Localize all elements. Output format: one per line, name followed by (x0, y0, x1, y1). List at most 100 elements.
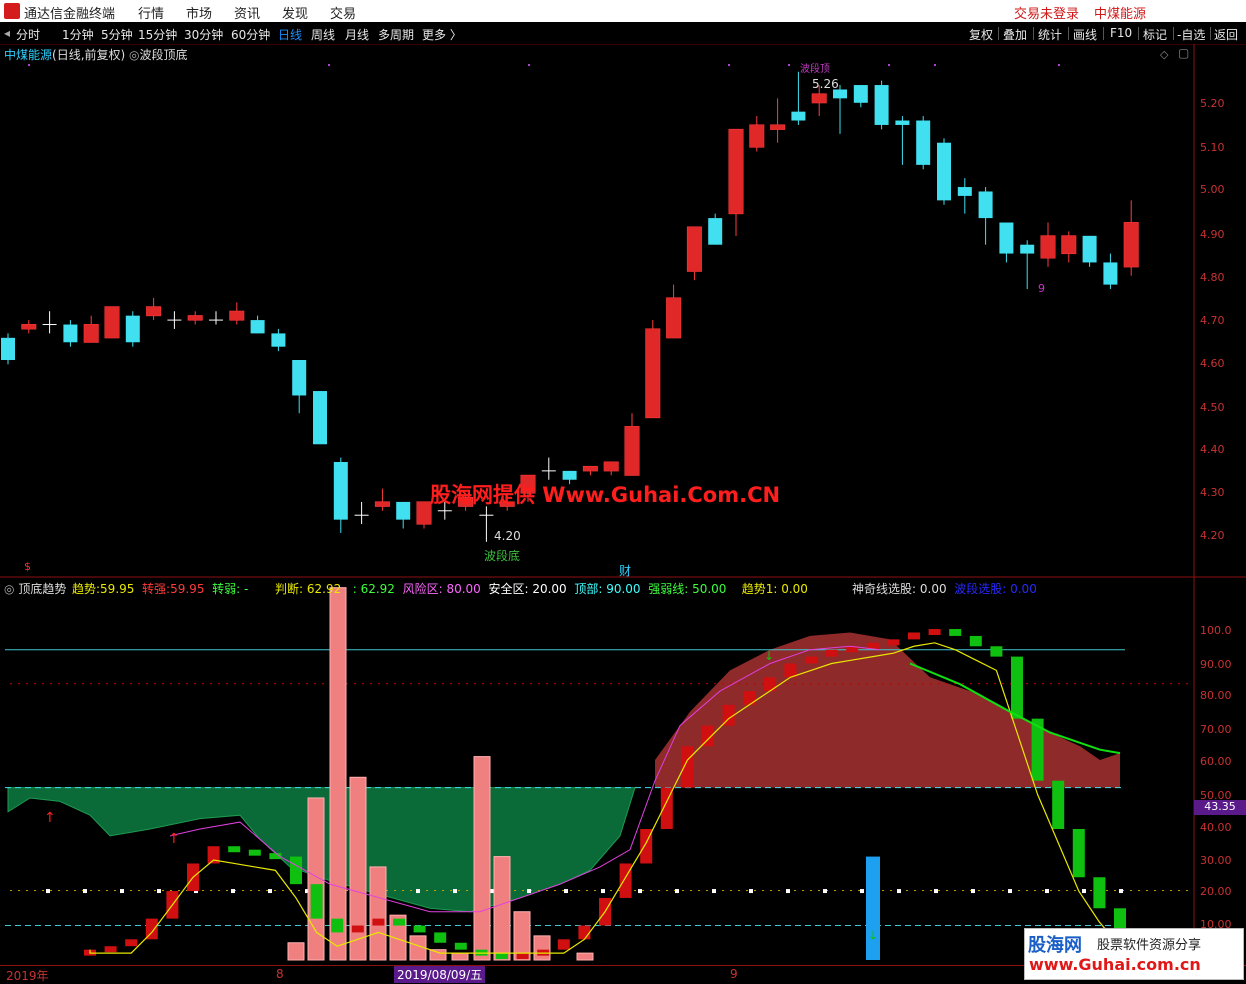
risk-dot (1082, 683, 1084, 685)
risk-dot (554, 683, 556, 685)
risk-dot (1042, 683, 1044, 685)
safe-dot (514, 890, 516, 892)
risk-dot (946, 683, 948, 685)
risk-dot (890, 683, 892, 685)
trend-block (969, 635, 982, 647)
watermark: 股海网提供 Www.Guhai.Com.CN (430, 483, 781, 507)
remove-watchlist-button[interactable]: -自选 (1177, 26, 1205, 43)
risk-dot (1178, 683, 1180, 685)
period-tab-weekly[interactable]: 周线 (311, 26, 335, 43)
main-indicator-name[interactable]: 波段顶底 (140, 48, 188, 62)
back-button[interactable]: 返回 (1214, 26, 1238, 43)
diamond-icon[interactable]: ◇ (1160, 48, 1168, 61)
period-tab-15min[interactable]: 15分钟 (138, 26, 177, 43)
trend-label: 趋势: (72, 582, 101, 596)
safe-dot (162, 890, 164, 892)
risk-dot (666, 683, 668, 685)
safe-marker (453, 889, 457, 894)
safe-dot (922, 890, 924, 892)
safe-marker (268, 889, 272, 894)
period-toolbar: ◂ 分时 1分钟 5分钟 15分钟 30分钟 60分钟 日线 周线 月线 多周期… (0, 22, 1246, 45)
trend-block (825, 649, 838, 657)
stock-name[interactable]: 中煤能源 (4, 48, 52, 62)
candle-body (999, 222, 1014, 254)
adjust-button[interactable]: 复权 (969, 26, 993, 43)
separator (1173, 27, 1174, 40)
trend-block (248, 849, 261, 856)
safe-dot (114, 890, 116, 892)
login-status-link[interactable]: 交易未登录 (1014, 3, 1079, 22)
down-arrow-icon: ↓ (868, 928, 878, 942)
safe-dot (842, 890, 844, 892)
candle-body-fill (625, 426, 639, 476)
period-tab-30min[interactable]: 30分钟 (184, 26, 223, 43)
trend-block (228, 846, 241, 853)
pink-bar (329, 587, 347, 961)
risk-dot (802, 683, 804, 685)
indicator-panel[interactable]: ↑ ↑ ↓ ↓ ◎ 顶底趋势 趋势:59.95 转强:59.95 转弱: - 判断: … (0, 578, 1246, 966)
risk-dot (42, 683, 44, 685)
safe-dot (938, 890, 940, 892)
candle-body-fill (188, 315, 203, 321)
period-tab-5min[interactable]: 5分钟 (101, 26, 133, 43)
risk-dot (658, 683, 660, 685)
turn-strong-value: 59.95 (170, 582, 205, 596)
menu-news[interactable]: 资讯 (234, 3, 260, 22)
price-tick: 5.10 (1200, 141, 1225, 154)
safe-dot (1154, 890, 1156, 892)
risk-dot (826, 683, 828, 685)
safe-dot (1066, 890, 1068, 892)
risk-dot (466, 683, 468, 685)
period-tab-fenshi[interactable]: 分时 (16, 26, 40, 43)
safe-dot (986, 890, 988, 892)
risk-dot (834, 683, 836, 685)
risk-dot (314, 683, 316, 685)
price-chart-panel[interactable]: 中煤能源(日线,前复权) ◎波段顶底 ◇ ▢ 5.26 波段顶 4.20 波段底… (0, 44, 1246, 578)
period-tab-monthly[interactable]: 月线 (345, 26, 369, 43)
risk-dot (546, 683, 548, 685)
period-tab-multi[interactable]: 多周期 (378, 26, 414, 43)
indicator-chart[interactable]: ↑ ↑ ↓ ↓ (0, 578, 1246, 966)
candle-body-fill (1041, 235, 1055, 258)
risk-dot (250, 683, 252, 685)
period-tab-60min[interactable]: 60分钟 (231, 26, 270, 43)
period-tab-1min[interactable]: 1分钟 (62, 26, 94, 43)
risk-dot (1154, 683, 1156, 685)
price-tick: 5.00 (1200, 183, 1225, 196)
window-icon[interactable]: ▢ (1178, 46, 1189, 60)
period-tab-more[interactable]: 更多 〉 (422, 26, 462, 43)
finance-mark[interactable]: 财 (619, 562, 631, 579)
candle-body (708, 218, 723, 245)
draw-line-button[interactable]: 画线 (1073, 26, 1097, 43)
stats-button[interactable]: 统计 (1038, 26, 1062, 43)
mark-button[interactable]: 标记 (1143, 26, 1167, 43)
safe-dot (738, 890, 740, 892)
menu-market[interactable]: 市场 (186, 3, 212, 22)
menu-trade[interactable]: 交易 (330, 3, 356, 22)
chart-header: 中煤能源(日线,前复权) ◎波段顶底 (4, 46, 188, 63)
period-tab-daily[interactable]: 日线 (278, 26, 302, 43)
risk-dot (450, 683, 452, 685)
indicator-name[interactable]: 顶底趋势 (18, 582, 66, 596)
indicator-extra-values: 神奇线选股: 0.00 波段选股: 0.00 (852, 580, 1037, 597)
indicator-toggle-icon[interactable]: ◎ (4, 582, 14, 596)
safe-dot (1050, 890, 1052, 892)
candle-body-fill (645, 328, 660, 418)
menu-quotes[interactable]: 行情 (138, 3, 164, 22)
safe-dot (562, 890, 564, 892)
collapse-icon[interactable]: ◂ (4, 26, 10, 40)
safe-dot (1034, 890, 1036, 892)
risk-dot (234, 683, 236, 685)
indicator-toggle-icon[interactable]: ◎ (129, 48, 139, 62)
indicator-tick: 60.00 (1200, 755, 1232, 768)
risk-dot (210, 683, 212, 685)
signal-dot (934, 64, 936, 66)
safe-dot (218, 890, 220, 892)
risk-dot (162, 683, 164, 685)
pink-bar (533, 935, 551, 961)
f10-button[interactable]: F10 (1110, 26, 1132, 40)
overlay-button[interactable]: 叠加 (1003, 26, 1027, 43)
menu-discover[interactable]: 发现 (282, 3, 308, 22)
safe-dot (34, 890, 36, 892)
safe-dot (274, 890, 276, 892)
